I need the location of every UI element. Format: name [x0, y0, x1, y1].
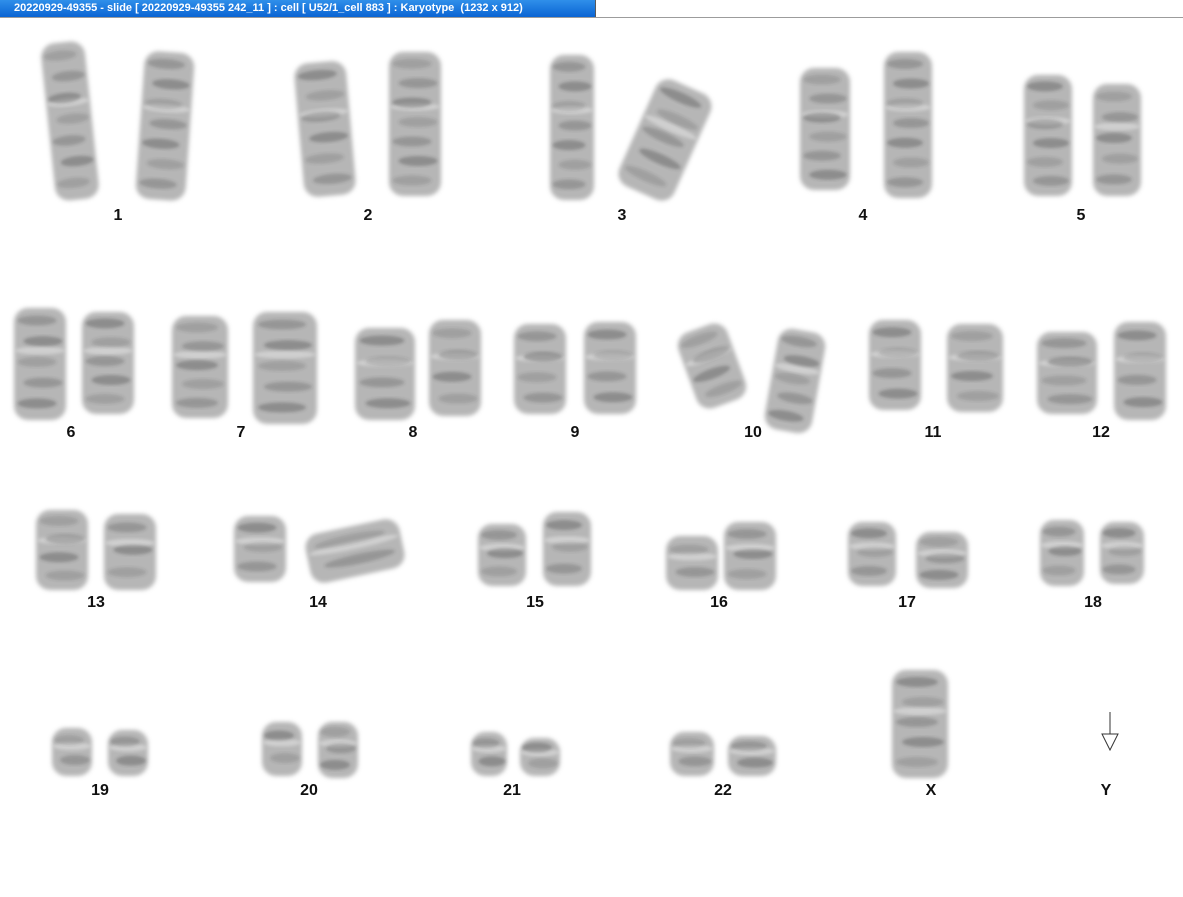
chromosome-label-21: 21	[503, 782, 521, 799]
chromosome-3a	[550, 55, 594, 200]
chromosome-2a	[294, 61, 356, 197]
chromosome-1a	[41, 41, 99, 201]
chromosome-11b	[947, 324, 1003, 412]
chromosome-8b	[429, 320, 481, 416]
chromosome-label-19: 19	[91, 782, 109, 799]
chromosome-label-2: 2	[363, 207, 373, 224]
chromosome-label-3: 3	[617, 207, 627, 224]
karyotype-image	[14, 41, 1166, 778]
chromosome-9b	[584, 322, 636, 414]
chromosome-label-7: 7	[236, 424, 246, 441]
chromosome-19a	[52, 728, 92, 776]
chromosome-2b	[389, 52, 441, 196]
chromosome-label-y: Y	[1100, 782, 1112, 799]
chromosome-5b	[1093, 84, 1141, 196]
chromosome-label-22: 22	[714, 782, 732, 799]
chromosome-20a	[262, 722, 302, 776]
chromosome-16b	[724, 522, 776, 590]
chromosome-14a	[234, 516, 286, 582]
chromosome-21b	[520, 738, 560, 776]
chromosome-Xa	[892, 670, 948, 778]
window-title-bar: 20220929-49355 - slide [ 20220929-49355 …	[0, 0, 1183, 18]
karyotype-canvas: 1 2 3 4 5 6 7 8 9 10 11 12 13 14 15 16 1…	[0, 18, 1183, 897]
chromosome-label-5: 5	[1076, 207, 1086, 224]
chromosome-5a	[1024, 75, 1072, 196]
chromosome-16a	[666, 536, 718, 590]
chromosome-22a	[670, 732, 714, 776]
chromosome-label-20: 20	[300, 782, 318, 799]
chromosome-label-6: 6	[66, 424, 76, 441]
chromosome-10b	[764, 328, 826, 434]
chromosome-12b	[1114, 322, 1166, 420]
chromosome-label-9: 9	[570, 424, 580, 441]
chromosome-label-13: 13	[87, 594, 105, 611]
chromosome-label-17: 17	[898, 594, 916, 611]
chromosome-label-8: 8	[408, 424, 418, 441]
chromosome-8a	[355, 328, 415, 420]
chromosome-7a	[172, 316, 228, 418]
chromosome-4b	[884, 52, 932, 198]
chromosome-label-x: X	[925, 782, 937, 799]
chromosome-label-10: 10	[744, 424, 762, 441]
chromosome-label-1: 1	[113, 207, 123, 224]
chromosome-17a	[848, 522, 896, 586]
chromosome-4a	[800, 68, 850, 190]
window-title[interactable]: 20220929-49355 - slide [ 20220929-49355 …	[0, 0, 596, 17]
chromosome-14b	[305, 519, 405, 583]
chromosome-18a	[1040, 520, 1084, 586]
chromosome-21a	[471, 732, 507, 776]
chromosome-17b	[916, 532, 968, 588]
chromosome-13b	[104, 514, 156, 590]
chromosome-label-12: 12	[1092, 424, 1110, 441]
chromosome-15b	[543, 512, 591, 586]
chromosome-label-4: 4	[858, 207, 868, 224]
chromosome-19b	[108, 730, 148, 776]
chromosome-10a	[677, 323, 747, 409]
chromosome-label-14: 14	[309, 594, 327, 611]
chromosome-13a	[36, 510, 88, 590]
chromosome-6b	[82, 312, 134, 414]
chromosome-label-15: 15	[526, 594, 544, 611]
chromosome-label-16: 16	[710, 594, 728, 611]
chromosome-18b	[1100, 522, 1144, 584]
chromosome-6a	[14, 308, 66, 420]
chromosome-15a	[478, 524, 526, 586]
chromosome-20b	[318, 722, 358, 778]
chromosome-11a	[869, 320, 921, 410]
chromosome-label-18: 18	[1084, 594, 1102, 611]
chromosome-9a	[514, 324, 566, 414]
chromosome-label-11: 11	[924, 424, 942, 441]
chromosome-3b	[618, 79, 712, 201]
down-arrow-icon	[1101, 712, 1119, 752]
chromosome-7b	[253, 312, 317, 424]
chromosome-1b	[135, 51, 195, 201]
chromosome-12a	[1037, 332, 1097, 414]
chromosome-22b	[728, 736, 776, 776]
